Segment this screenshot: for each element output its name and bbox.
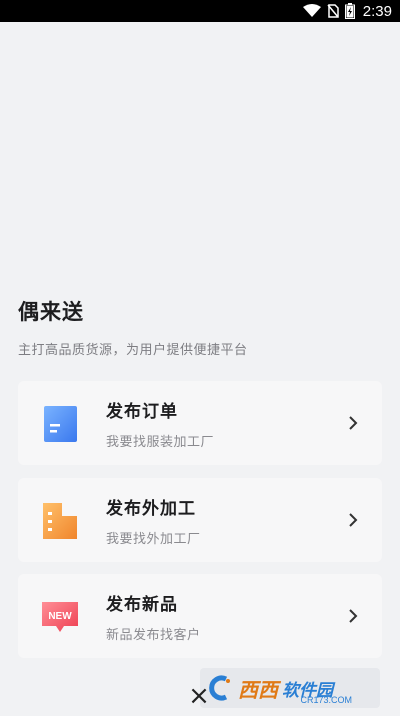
publish-order-card[interactable]: 发布订单 我要找服装加工厂	[18, 381, 382, 465]
card-title: 发布订单	[106, 401, 178, 422]
card-title: 发布外加工	[106, 498, 196, 519]
no-sim-icon	[327, 4, 339, 18]
building-icon	[40, 500, 80, 540]
new-badge-text: NEW	[48, 611, 72, 622]
publish-new-product-card[interactable]: NEW 发布新品 新品发布找客户	[18, 574, 382, 658]
document-icon	[40, 403, 80, 443]
header: 偶来送 主打高品质货源，为用户提供便捷平台	[18, 296, 248, 358]
card-desc: 我要找外加工厂	[106, 531, 201, 547]
page-subtitle: 主打高品质货源，为用户提供便捷平台	[18, 343, 248, 358]
new-badge-icon: NEW	[40, 596, 80, 636]
status-time: 2:39	[362, 2, 392, 20]
watermark-logo: 西西 软件园 CR173.COM	[200, 668, 380, 708]
battery-charging-icon	[344, 3, 355, 19]
card-desc: 我要找服装加工厂	[106, 434, 215, 450]
status-bar: 2:39	[0, 0, 400, 22]
chevron-right-icon[interactable]	[346, 513, 360, 527]
chevron-right-icon[interactable]	[346, 609, 360, 623]
card-desc: 新品发布找客户	[106, 627, 201, 643]
wifi-icon	[302, 4, 321, 18]
publish-outsourcing-card[interactable]: 发布外加工 我要找外加工厂	[18, 478, 382, 562]
card-title: 发布新品	[106, 594, 178, 615]
page-title: 偶来送	[18, 300, 84, 324]
chevron-right-icon[interactable]	[346, 416, 360, 430]
watermark-site: CR173.COM	[300, 695, 352, 705]
watermark-brand: 西西	[238, 677, 278, 702]
close-button[interactable]: ×	[188, 683, 210, 709]
